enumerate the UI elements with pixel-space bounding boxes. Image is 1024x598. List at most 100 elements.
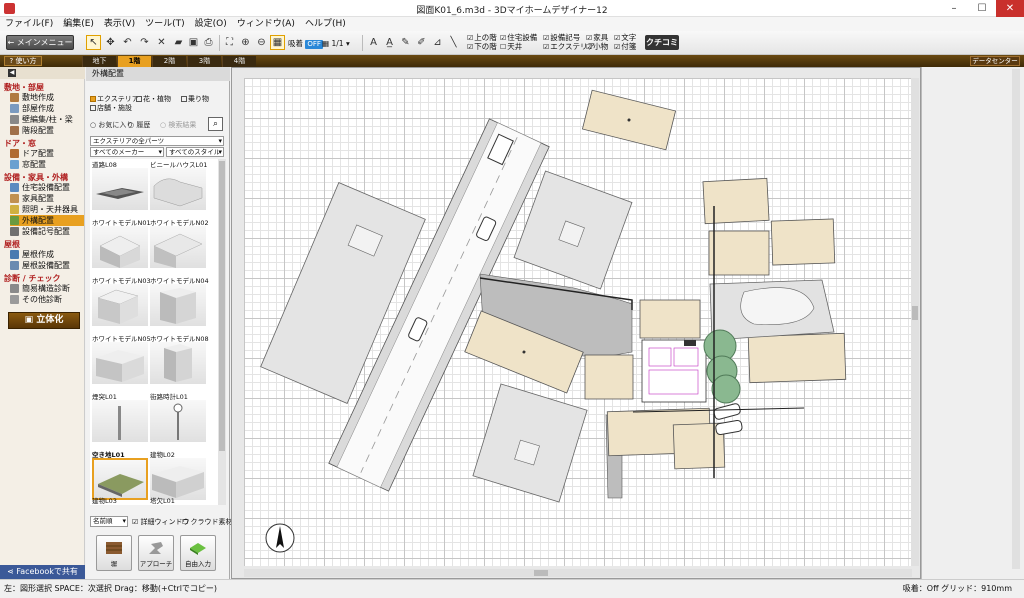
category-plants[interactable]: 花・植物 <box>136 94 171 104</box>
menu-help[interactable]: ヘルプ(H) <box>300 17 351 31</box>
right-scrollbar[interactable] <box>1012 69 1020 569</box>
drawing-area[interactable] <box>231 67 921 579</box>
tab-basement[interactable]: 地下 <box>82 56 116 67</box>
nav-item-site-create[interactable]: 敷地作成 <box>10 92 84 103</box>
part-thumbnail <box>150 168 206 210</box>
zoom-in-icon[interactable]: ⊕ <box>238 35 253 50</box>
filter-search-results[interactable]: ○ 検索結果 <box>160 120 196 130</box>
scale-select[interactable]: ▦ 1/1 ▾ <box>322 39 350 48</box>
free-input-button[interactable]: 自由入力 <box>180 535 216 571</box>
nav-item-other-check[interactable]: その他診断 <box>10 294 84 305</box>
zoom-out-icon[interactable]: ⊖ <box>254 35 269 50</box>
open-folder-icon[interactable]: ▰ <box>171 35 186 50</box>
menu-settings[interactable]: 設定(O) <box>190 17 232 31</box>
check-small-items[interactable]: ☑小物 <box>586 42 608 52</box>
magnet-off-badge[interactable]: OFF <box>305 40 323 49</box>
canvas-hscrollbar[interactable] <box>244 569 912 577</box>
zoom-fit-icon[interactable]: ⛶ <box>222 35 237 50</box>
grid-icon[interactable]: ▦ <box>270 35 285 50</box>
print-icon[interactable]: ⎙ <box>201 35 216 50</box>
part-item[interactable]: ホワイトモデルN02 <box>150 217 210 273</box>
redo-icon[interactable]: ↷ <box>137 35 152 50</box>
maker-select[interactable]: すべてのメーカー <box>90 147 164 157</box>
approach-button[interactable]: アプローチ <box>138 535 174 571</box>
nav-item-furniture[interactable]: 家具配置 <box>10 193 84 204</box>
nav-item-room-create[interactable]: 部屋作成 <box>10 103 84 114</box>
magnet-toggle[interactable]: 吸着 OFF <box>288 39 323 49</box>
part-thumbnail <box>92 284 148 326</box>
pan-tool-icon[interactable]: ✥ <box>103 35 118 50</box>
check-lower-floor[interactable]: ☑下の階 <box>467 42 497 52</box>
menu-edit[interactable]: 編集(E) <box>58 17 99 31</box>
tab-floor-2[interactable]: 2階 <box>152 56 186 67</box>
main-menu-button[interactable]: ← メインメニュー <box>6 35 74 50</box>
fence-button[interactable]: 塀 <box>96 535 132 571</box>
free-input-icon <box>190 543 206 555</box>
part-item[interactable]: ホワイトモデルN03 <box>92 275 152 331</box>
menu-view[interactable]: 表示(V) <box>99 17 140 31</box>
part-item[interactable]: 街路時計L01 <box>150 391 210 447</box>
part-item[interactable]: 建物L03 <box>92 495 152 505</box>
site-plan-drawing[interactable] <box>244 78 912 566</box>
datacenter-button[interactable]: データセンター <box>970 56 1020 66</box>
canvas-vscrollbar[interactable] <box>911 78 919 566</box>
part-item[interactable]: 煙突L01 <box>92 391 152 447</box>
howto-button[interactable]: ? 使い方 <box>4 56 42 66</box>
filter-favorites[interactable]: ○ お気に入り <box>90 120 133 130</box>
sort-select[interactable]: 名前順 <box>90 516 128 527</box>
minimize-button[interactable]: – <box>940 0 968 17</box>
nav-item-stairs[interactable]: 階段配置 <box>10 125 84 136</box>
part-item[interactable]: ホワイトモデルN05 <box>92 333 152 389</box>
save-icon[interactable]: ▣ <box>186 35 201 50</box>
part-item[interactable]: ホワイトモデルN04 <box>150 275 210 331</box>
nav-item-lighting[interactable]: 照明・天井器具 <box>10 204 84 215</box>
parts-scrollbar[interactable] <box>218 159 226 505</box>
menu-file[interactable]: ファイル(F) <box>0 17 58 31</box>
menu-tools[interactable]: ツール(T) <box>140 17 190 31</box>
text-icon[interactable]: A <box>366 35 381 50</box>
delete-icon[interactable]: ✕ <box>154 35 169 50</box>
cloud-material-checkbox[interactable]: ☐ クラウド素材 <box>182 517 233 527</box>
part-item[interactable]: 道路L08 <box>92 159 152 215</box>
filter-history[interactable]: ○ 履歴 <box>128 120 150 130</box>
nav-item-window[interactable]: 窓配置 <box>10 159 84 170</box>
kuchikomi-button[interactable]: クチコミ <box>645 35 679 50</box>
part-item[interactable]: ホワイトモデルN01 <box>92 217 152 273</box>
category-shops[interactable]: 店舗・施設 <box>90 103 132 113</box>
maximize-button[interactable]: ☐ <box>968 0 996 17</box>
check-ceiling[interactable]: ☐天井 <box>500 42 522 52</box>
tab-floor-3[interactable]: 3階 <box>187 56 221 67</box>
nav-item-roof-equipment[interactable]: 屋根設備配置 <box>10 260 84 271</box>
nav-item-exterior[interactable]: 外構配置 <box>10 215 84 226</box>
facebook-share-button[interactable]: ⋖ Facebookで共有 <box>0 565 85 579</box>
tab-floor-1[interactable]: 1階 <box>117 56 151 67</box>
rittai-button[interactable]: ▣ 立体化 <box>8 312 80 329</box>
undo-icon[interactable]: ↶ <box>120 35 135 50</box>
detail-window-checkbox[interactable]: ☑ 詳細ウィンドウ <box>132 517 190 527</box>
search-icon[interactable]: ⌕ <box>208 117 223 131</box>
nav-item-wall-edit[interactable]: 壁編集/柱・梁 <box>10 114 84 125</box>
check-sticky[interactable]: ☑付箋 <box>614 42 636 52</box>
select-tool-icon[interactable]: ↖ <box>86 35 101 50</box>
ruler-icon[interactable]: ╲ <box>446 35 461 50</box>
close-button[interactable]: ✕ <box>996 0 1024 17</box>
nav-item-door[interactable]: ドア配置 <box>10 148 84 159</box>
nav-item-structure-check[interactable]: 簡易構造診断 <box>10 283 84 294</box>
category-vehicles[interactable]: 乗り物 <box>181 94 209 104</box>
nav-item-roof-create[interactable]: 屋根作成 <box>10 249 84 260</box>
text-edit-icon[interactable]: A̲ <box>382 35 397 50</box>
line-pen-icon[interactable]: ✐ <box>414 35 429 50</box>
measure-icon[interactable]: ⊿ <box>430 35 445 50</box>
pen-icon[interactable]: ✎ <box>398 35 413 50</box>
part-item[interactable]: ビニールハウスL01 <box>150 159 210 215</box>
nav-item-equipment-symbol[interactable]: 設備記号配置 <box>10 226 84 237</box>
tab-floor-4[interactable]: 4階 <box>222 56 256 67</box>
part-item[interactable]: 塔欠L01 <box>150 495 210 505</box>
parts-filter-select[interactable]: エクステリアの全パーツ <box>90 136 224 146</box>
nav-item-housing-equipment[interactable]: 住宅設備配置 <box>10 182 84 193</box>
menu-window[interactable]: ウィンドウ(A) <box>232 17 300 31</box>
collapse-arrow-icon[interactable]: ◀ <box>8 69 16 77</box>
part-item[interactable]: ホワイトモデルN08 <box>150 333 210 389</box>
style-select[interactable]: すべてのスタイル <box>166 147 224 157</box>
plan-canvas[interactable] <box>244 78 912 566</box>
